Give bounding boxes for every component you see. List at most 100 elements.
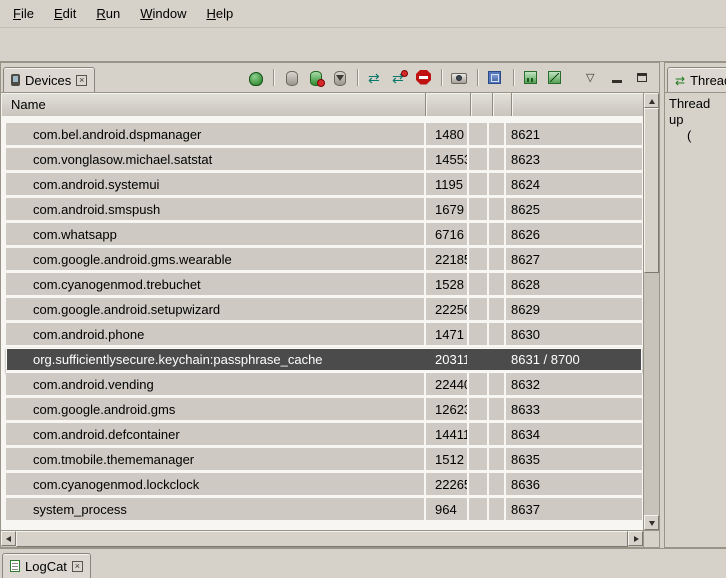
process-pid-cell: 20311 bbox=[426, 348, 469, 370]
threads-message-line1: Thread up bbox=[669, 96, 722, 128]
minimize-icon[interactable] bbox=[609, 70, 626, 86]
device-process-row[interactable]: com.android.systemui 1195 8624 bbox=[6, 173, 642, 198]
devices-tab-icon bbox=[11, 74, 20, 86]
process-name-cell: com.whatsapp bbox=[6, 223, 426, 245]
main-area: Devices × Name com.bel.android.dspmanage… bbox=[0, 62, 726, 548]
maximize-icon[interactable] bbox=[634, 70, 651, 86]
menubar: File Edit Run Window Help bbox=[0, 0, 726, 28]
device-process-row[interactable]: org.sufficientlysecure.keychain:passphra… bbox=[6, 348, 642, 373]
menu-run[interactable]: Run bbox=[86, 2, 130, 25]
empty-cell bbox=[469, 173, 489, 195]
dump-hprof-icon[interactable] bbox=[307, 70, 324, 86]
tab-threads[interactable]: Threads bbox=[667, 67, 726, 92]
menu-window[interactable]: Window bbox=[130, 2, 196, 25]
process-name-cell: com.android.defcontainer bbox=[6, 423, 426, 445]
column-header-port bbox=[512, 93, 643, 116]
close-icon[interactable]: × bbox=[72, 561, 83, 572]
device-process-row[interactable]: com.bel.android.dspmanager 1480 8621 bbox=[6, 123, 642, 148]
threads-message-line2: ( bbox=[669, 128, 722, 144]
device-process-row[interactable]: com.google.android.setupwizard 22250 862… bbox=[6, 298, 642, 323]
vertical-scrollbar bbox=[643, 93, 659, 530]
devices-toolbar bbox=[247, 69, 570, 92]
close-icon[interactable]: × bbox=[76, 75, 87, 86]
device-process-row[interactable]: com.cyanogenmod.trebuchet 1528 8628 bbox=[6, 273, 642, 298]
scroll-left-icon[interactable] bbox=[1, 531, 16, 546]
empty-cell bbox=[469, 398, 489, 420]
device-process-row[interactable]: com.android.smspush 1679 8625 bbox=[6, 198, 642, 223]
device-process-row[interactable]: com.vonglasow.michael.satstat 14553 8623 bbox=[6, 148, 642, 173]
process-port-cell: 8635 bbox=[506, 448, 642, 470]
view-menu-icon[interactable] bbox=[584, 70, 601, 86]
menu-file[interactable]: File bbox=[3, 2, 44, 25]
device-process-row[interactable]: system_process 964 8637 bbox=[6, 498, 642, 523]
process-name-cell: org.sufficientlysecure.keychain:passphra… bbox=[6, 348, 426, 370]
vertical-scrollbar-thumb[interactable] bbox=[644, 108, 659, 273]
process-port-cell: 8636 bbox=[506, 473, 642, 495]
main-toolbar bbox=[0, 28, 726, 62]
stop-process-icon[interactable] bbox=[415, 70, 432, 86]
capture-systrace-icon[interactable] bbox=[523, 70, 540, 86]
empty-cell bbox=[489, 123, 506, 145]
process-port-cell: 8630 bbox=[506, 323, 642, 345]
empty-cell bbox=[489, 448, 506, 470]
process-port-cell: 8628 bbox=[506, 273, 642, 295]
tab-devices[interactable]: Devices × bbox=[3, 67, 95, 92]
screen-capture-icon[interactable] bbox=[451, 70, 468, 86]
threads-tabbar: Threads bbox=[665, 63, 726, 93]
empty-cell bbox=[489, 498, 506, 520]
device-process-row[interactable]: com.google.android.gms 12623 8633 bbox=[6, 398, 642, 423]
devices-window-icons bbox=[570, 70, 659, 92]
scroll-right-icon[interactable] bbox=[628, 531, 643, 546]
empty-cell bbox=[469, 148, 489, 170]
process-pid-cell: 22185 bbox=[426, 248, 469, 270]
process-port-cell: 8627 bbox=[506, 248, 642, 270]
device-process-row[interactable]: com.tmobile.thememanager 1512 8635 bbox=[6, 448, 642, 473]
process-name-cell: com.android.systemui bbox=[6, 173, 426, 195]
empty-cell bbox=[469, 123, 489, 145]
process-port-cell: 8626 bbox=[506, 223, 642, 245]
dump-view-hierarchy-icon[interactable] bbox=[487, 70, 504, 86]
empty-cell bbox=[469, 273, 489, 295]
menu-help[interactable]: Help bbox=[196, 2, 243, 25]
process-pid-cell: 1471 bbox=[426, 323, 469, 345]
device-process-row[interactable]: com.google.android.gms.wearable 22185 86… bbox=[6, 248, 642, 273]
devices-tabbar: Devices × bbox=[1, 63, 659, 93]
threads-tab-label: Threads bbox=[690, 73, 726, 88]
toolbar-separator bbox=[477, 69, 478, 86]
logcat-tab-label: LogCat bbox=[25, 559, 67, 574]
process-port-cell: 8623 bbox=[506, 148, 642, 170]
process-pid-cell: 1480 bbox=[426, 123, 469, 145]
process-name-cell: system_process bbox=[6, 498, 426, 520]
process-port-cell: 8632 bbox=[506, 373, 642, 395]
horizontal-scrollbar bbox=[1, 530, 643, 547]
device-process-row[interactable]: com.android.phone 1471 8630 bbox=[6, 323, 642, 348]
device-table: Name com.bel.android.dspmanager 1480 862… bbox=[1, 93, 659, 547]
empty-cell bbox=[489, 373, 506, 395]
stop-method-profiling-icon[interactable] bbox=[391, 70, 408, 86]
threads-message: Thread up ( bbox=[665, 93, 726, 147]
process-pid-cell: 1528 bbox=[426, 273, 469, 295]
empty-cell bbox=[469, 473, 489, 495]
cause-gc-icon[interactable] bbox=[331, 70, 348, 86]
device-process-row[interactable]: com.whatsapp 6716 8626 bbox=[6, 223, 642, 248]
process-name-cell: com.google.android.setupwizard bbox=[6, 298, 426, 320]
empty-cell bbox=[469, 248, 489, 270]
menu-edit[interactable]: Edit bbox=[44, 2, 86, 25]
device-process-row[interactable]: com.android.defcontainer 14411 8634 bbox=[6, 423, 642, 448]
update-threads-icon[interactable] bbox=[367, 70, 384, 86]
column-header-empty bbox=[493, 93, 512, 116]
process-name-cell: com.android.smspush bbox=[6, 198, 426, 220]
device-process-row[interactable]: com.android.vending 22440 8632 bbox=[6, 373, 642, 398]
horizontal-scrollbar-thumb[interactable] bbox=[16, 531, 628, 547]
debug-process-icon[interactable] bbox=[247, 70, 264, 86]
empty-cell bbox=[489, 398, 506, 420]
empty-cell bbox=[489, 423, 506, 445]
scroll-down-icon[interactable] bbox=[644, 515, 659, 530]
toolbar-separator bbox=[513, 69, 514, 86]
start-opengl-trace-icon[interactable] bbox=[547, 70, 564, 86]
tab-logcat[interactable]: LogCat × bbox=[2, 553, 91, 578]
scroll-up-icon[interactable] bbox=[644, 93, 659, 108]
device-process-row[interactable]: com.cyanogenmod.lockclock 22265 8636 bbox=[6, 473, 642, 498]
process-port-cell: 8637 bbox=[506, 498, 642, 520]
update-heap-icon[interactable] bbox=[283, 70, 300, 86]
